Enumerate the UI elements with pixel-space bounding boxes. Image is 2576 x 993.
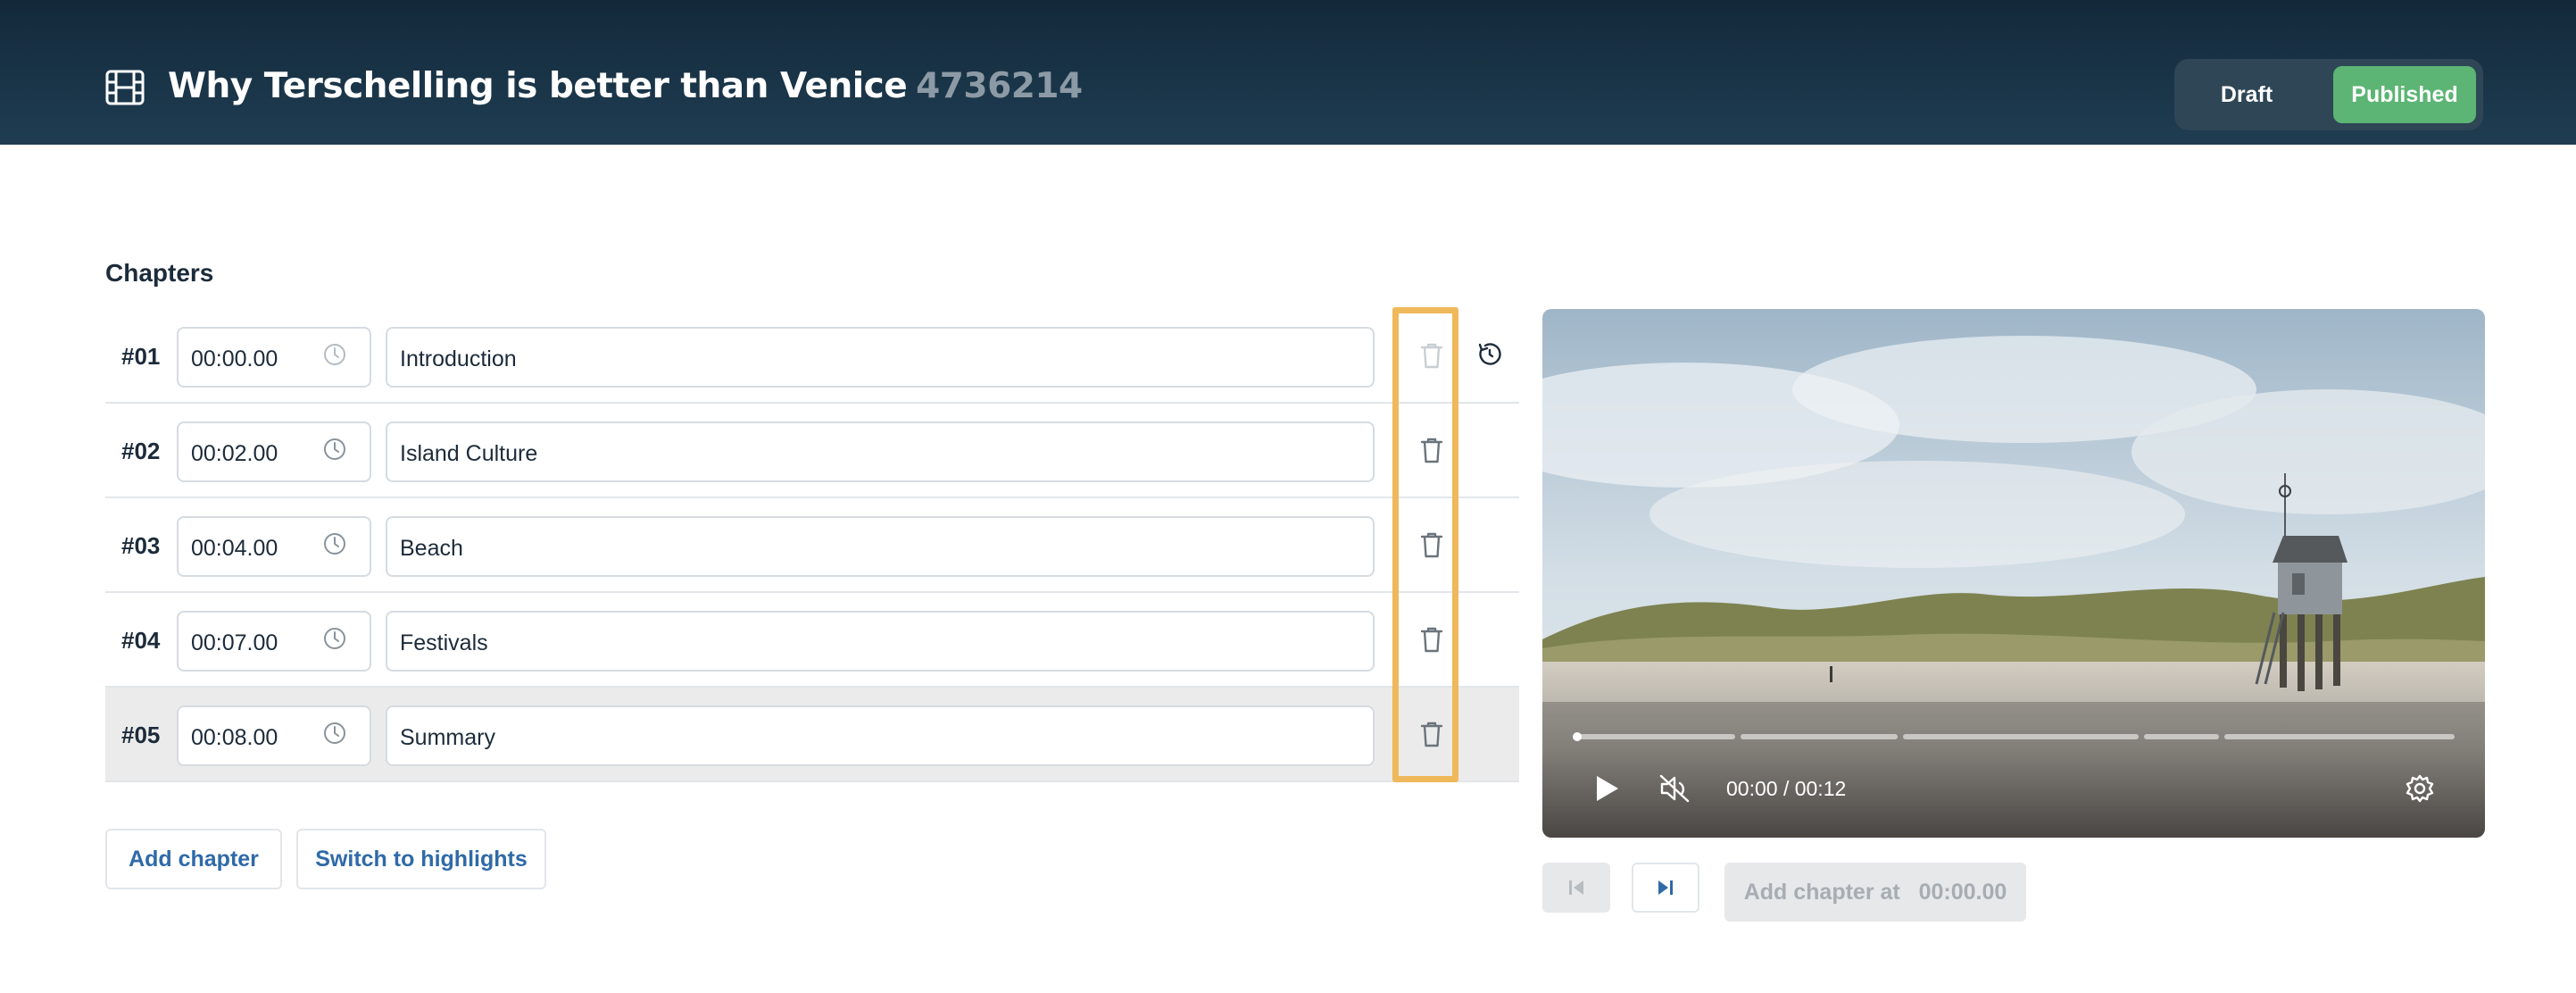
chapter-row: #03 00:04.00 Beach [105, 498, 1519, 593]
chapter-title-field[interactable]: Summary [386, 705, 1375, 766]
draft-button[interactable]: Draft [2181, 66, 2312, 123]
gear-icon[interactable] [2405, 773, 2435, 804]
chapter-title-field[interactable]: Beach [386, 516, 1375, 577]
chapter-title-value: Introduction [400, 346, 517, 371]
clock-icon[interactable] [321, 530, 348, 557]
progress-bar[interactable] [1575, 734, 2455, 739]
switch-to-highlights-button[interactable]: Switch to highlights [296, 829, 546, 889]
film-icon [105, 70, 145, 105]
chapter-time-field[interactable]: 00:07.00 [177, 611, 371, 672]
page-title-text: Why Terschelling is better than Venice [168, 66, 908, 106]
chapter-number: #02 [121, 438, 161, 464]
video-player[interactable]: 00:00 / 00:12 [1542, 309, 2485, 838]
chapter-row: #02 00:02.00 Island Culture [105, 404, 1519, 498]
time-display: 00:00 / 00:12 [1726, 777, 1847, 800]
chapter-number: #05 [121, 722, 161, 748]
trash-icon[interactable] [1419, 530, 1444, 559]
chapter-row: #04 00:07.00 Festivals [105, 593, 1519, 688]
add-chapter-at-label: Add chapter at [1743, 879, 1900, 905]
chapter-time-field[interactable]: 00:08.00 [177, 705, 371, 766]
trash-icon[interactable] [1419, 720, 1444, 748]
chapter-number: #04 [121, 627, 161, 654]
status-toggle: Draft Published [2174, 59, 2483, 130]
add-chapter-at-time: 00:00.00 [1918, 879, 2007, 905]
video-id: 4736214 [916, 66, 1083, 106]
clock-icon[interactable] [321, 720, 348, 747]
chapter-title-value: Island Culture [400, 441, 538, 466]
add-chapter-at-button[interactable]: Add chapter at 00:00.00 [1724, 863, 2026, 922]
chapter-row: #01 00:00.00 Introduction [105, 309, 1519, 404]
published-button[interactable]: Published [2333, 66, 2476, 123]
previous-chapter-button[interactable] [1542, 863, 1610, 913]
chapter-title-field[interactable]: Festivals [386, 611, 1375, 672]
clock-icon[interactable] [321, 341, 348, 368]
chapter-time-value: 00:04.00 [191, 536, 278, 561]
top-header: Why Terschelling is better than Venice 47… [0, 0, 2576, 145]
chapters-heading: Chapters [105, 259, 214, 287]
trash-icon[interactable] [1419, 625, 1444, 654]
chapter-title-value: Beach [400, 536, 463, 561]
reset-time-icon[interactable] [1476, 341, 1503, 368]
add-chapter-button[interactable]: Add chapter [105, 829, 282, 889]
trash-icon[interactable] [1419, 436, 1444, 464]
chapter-title-field[interactable]: Introduction [386, 327, 1375, 388]
chapter-title-field[interactable]: Island Culture [386, 421, 1375, 482]
chapter-time-value: 00:02.00 [191, 441, 278, 466]
chapter-title-value: Festivals [400, 630, 488, 655]
next-chapter-button[interactable] [1632, 863, 1699, 913]
skip-previous-icon [1569, 880, 1583, 895]
chapter-time-value: 00:08.00 [191, 725, 278, 750]
chapter-title-value: Summary [400, 725, 495, 750]
chapter-number: #01 [121, 343, 161, 370]
chapter-time-value: 00:00.00 [191, 346, 278, 371]
chapter-time-field[interactable]: 00:00.00 [177, 327, 371, 388]
chapter-time-value: 00:07.00 [191, 630, 278, 655]
clock-icon[interactable] [321, 625, 348, 652]
muted-speaker-icon[interactable] [1658, 773, 1691, 804]
page-title: Why Terschelling is better than Venice 47… [168, 66, 1083, 106]
chapter-time-field[interactable]: 00:04.00 [177, 516, 371, 577]
chapter-number: #03 [121, 532, 161, 559]
play-icon[interactable] [1592, 773, 1621, 804]
video-frame [1542, 309, 2485, 838]
trash-icon[interactable] [1419, 341, 1444, 370]
chapter-row: #05 00:08.00 Summary [105, 688, 1519, 782]
chapter-time-field[interactable]: 00:02.00 [177, 421, 371, 482]
skip-next-icon [1658, 880, 1673, 895]
clock-icon[interactable] [321, 436, 348, 463]
progress-handle[interactable] [1573, 732, 1582, 741]
